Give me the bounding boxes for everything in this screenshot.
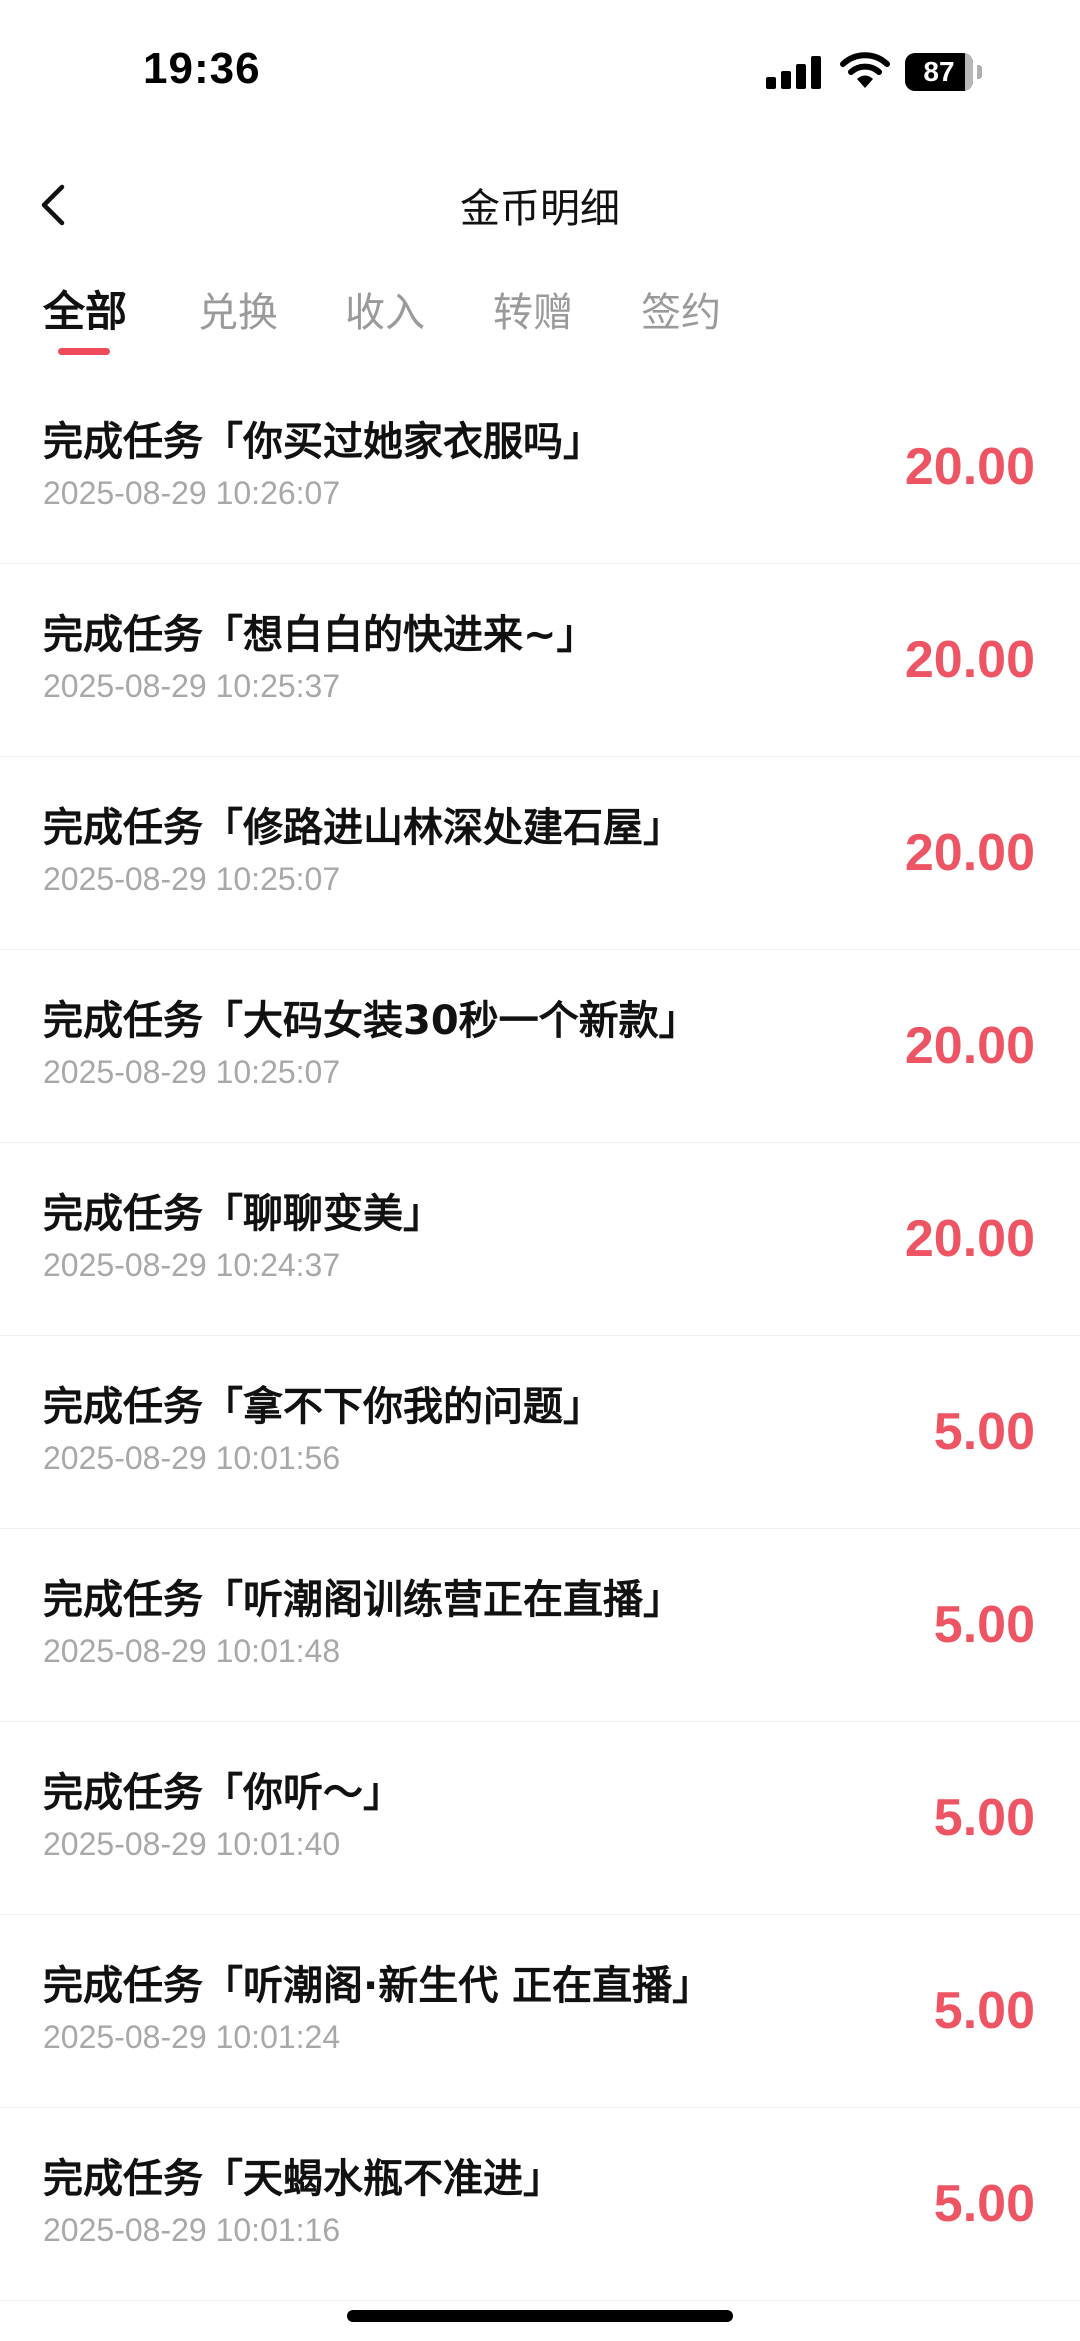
record-amount: 20.00 <box>904 1017 1035 1075</box>
record-title: 完成任务「听潮阁·新生代 正在直播」 <box>43 1963 713 2009</box>
record-time: 2025-08-29 10:01:48 <box>43 1633 341 1669</box>
record-amount: 5.00 <box>933 1596 1035 1654</box>
coin-record-list: 完成任务「你买过她家衣服吗」 2025-08-29 10:26:07 20.00… <box>0 371 1080 2301</box>
record-amount: 20.00 <box>904 438 1035 496</box>
wifi-icon <box>840 50 890 90</box>
tab-contract[interactable]: 签约 <box>641 280 721 338</box>
record-title: 完成任务「想白白的快进来~」 <box>43 612 597 658</box>
record-title: 完成任务「你听～」 <box>43 1770 403 1816</box>
list-item[interactable]: 完成任务「听潮阁·新生代 正在直播」 2025-08-29 10:01:24 5… <box>0 1915 1080 2108</box>
tab-exchange[interactable]: 兑换 <box>198 280 278 338</box>
record-title: 完成任务「天蝎水瓶不准进」 <box>43 2156 563 2202</box>
record-title: 完成任务「修路进山林深处建石屋」 <box>43 805 683 851</box>
list-item[interactable]: 完成任务「拿不下你我的问题」 2025-08-29 10:01:56 5.00 <box>0 1336 1080 1529</box>
record-title: 完成任务「听潮阁训练营正在直播」 <box>43 1577 683 1623</box>
record-time: 2025-08-29 10:24:37 <box>43 1247 341 1283</box>
page-title: 金币明细 <box>460 186 620 232</box>
list-item[interactable]: 完成任务「大码女装30秒一个新款」 2025-08-29 10:25:07 20… <box>0 950 1080 1143</box>
record-time: 2025-08-29 10:25:07 <box>43 861 341 897</box>
list-item[interactable]: 完成任务「听潮阁训练营正在直播」 2025-08-29 10:01:48 5.0… <box>0 1529 1080 1722</box>
record-time: 2025-08-29 10:25:07 <box>43 1054 341 1090</box>
list-item[interactable]: 完成任务「你听～」 2025-08-29 10:01:40 5.00 <box>0 1722 1080 1915</box>
record-time: 2025-08-29 10:26:07 <box>43 475 341 511</box>
record-title: 完成任务「聊聊变美」 <box>43 1191 443 1237</box>
battery-level: 87 <box>923 56 955 87</box>
list-item[interactable]: 完成任务「想白白的快进来~」 2025-08-29 10:25:37 20.00 <box>0 564 1080 757</box>
record-time: 2025-08-29 10:25:37 <box>43 668 341 704</box>
list-item[interactable]: 完成任务「你买过她家衣服吗」 2025-08-29 10:26:07 20.00 <box>0 371 1080 564</box>
record-amount: 5.00 <box>933 1982 1035 2040</box>
record-title: 完成任务「你买过她家衣服吗」 <box>43 419 603 465</box>
cellular-signal-icon <box>766 55 822 89</box>
list-item[interactable]: 完成任务「聊聊变美」 2025-08-29 10:24:37 20.00 <box>0 1143 1080 1336</box>
active-tab-indicator <box>58 348 110 355</box>
status-time: 19:36 <box>143 44 261 93</box>
record-amount: 5.00 <box>933 2175 1035 2233</box>
record-title: 完成任务「拿不下你我的问题」 <box>43 1384 603 1430</box>
home-indicator[interactable] <box>347 2310 733 2322</box>
list-item[interactable]: 完成任务「天蝎水瓶不准进」 2025-08-29 10:01:16 5.00 <box>0 2108 1080 2301</box>
record-amount: 20.00 <box>904 1210 1035 1268</box>
record-title: 完成任务「大码女装30秒一个新款」 <box>43 998 699 1044</box>
record-time: 2025-08-29 10:01:56 <box>43 1440 341 1476</box>
record-time: 2025-08-29 10:01:24 <box>43 2019 341 2055</box>
tab-bar: 全部 兑换 收入 转赠 签约 <box>0 270 1080 370</box>
record-time: 2025-08-29 10:01:40 <box>43 1826 341 1862</box>
list-item[interactable]: 完成任务「修路进山林深处建石屋」 2025-08-29 10:25:07 20.… <box>0 757 1080 950</box>
tab-all[interactable]: 全部 <box>43 278 127 339</box>
battery-icon: 87 <box>905 53 985 91</box>
record-time: 2025-08-29 10:01:16 <box>43 2212 341 2248</box>
tab-income[interactable]: 收入 <box>345 280 425 338</box>
record-amount: 20.00 <box>904 824 1035 882</box>
record-amount: 5.00 <box>933 1789 1035 1847</box>
record-amount: 5.00 <box>933 1403 1035 1461</box>
tab-transfer[interactable]: 转赠 <box>493 280 573 338</box>
record-amount: 20.00 <box>904 631 1035 689</box>
nav-bar: 金币明细 <box>0 150 1080 260</box>
status-bar: 19:36 87 <box>0 0 1080 140</box>
